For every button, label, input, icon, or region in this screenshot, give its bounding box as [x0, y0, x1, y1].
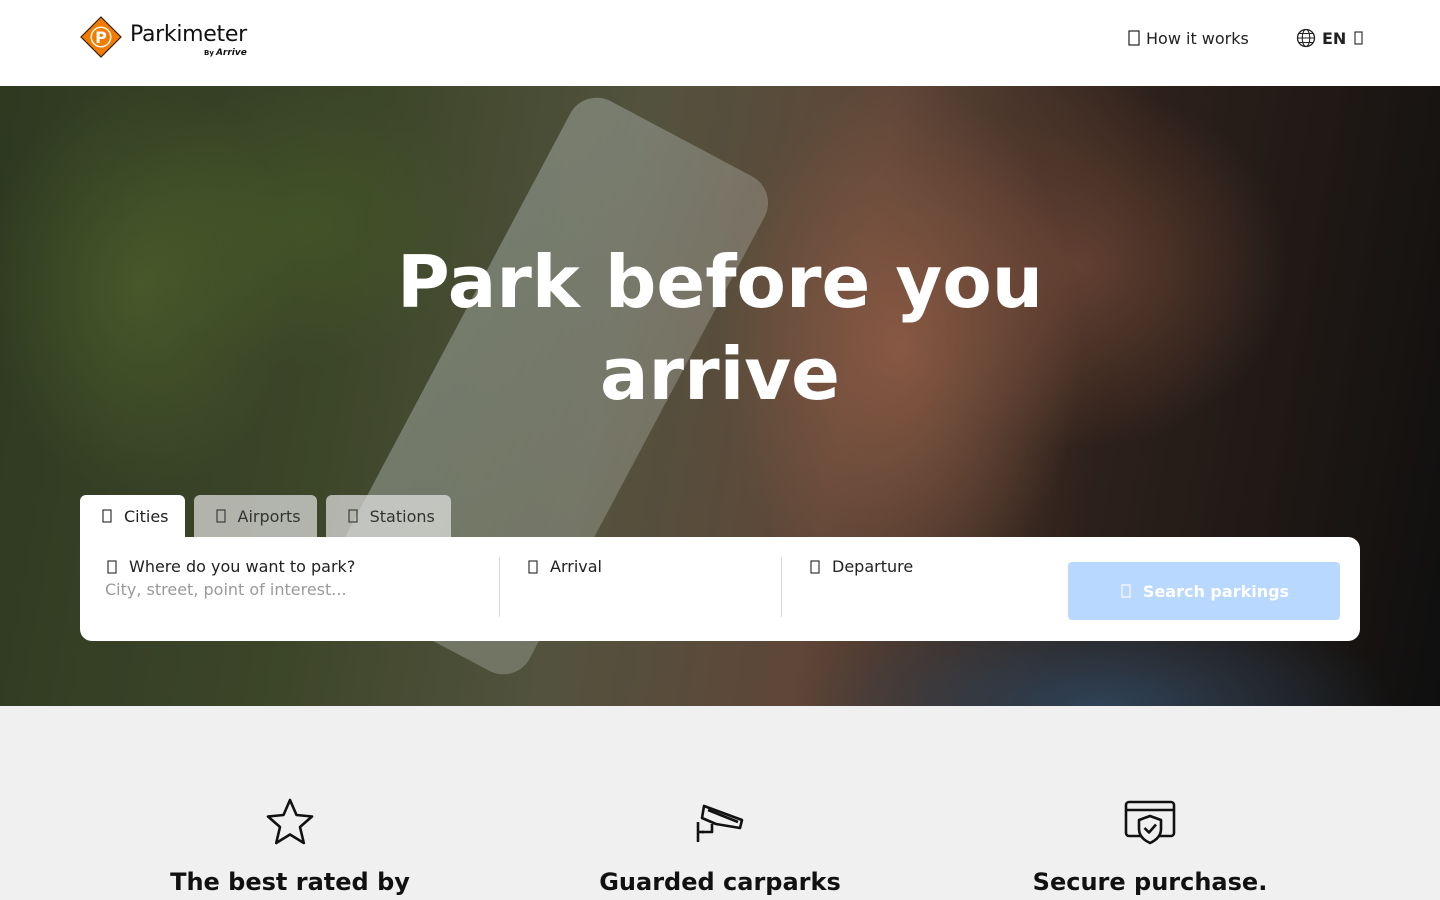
- hero-title: Park before you arrive: [396, 240, 1044, 416]
- star-icon: [266, 798, 314, 845]
- field-divider: [781, 557, 782, 617]
- language-selector[interactable]: EN: [1296, 28, 1364, 48]
- tab-stations-label: Stations: [369, 506, 435, 526]
- search-parkings-label: Search parkings: [1142, 581, 1290, 601]
- feature-best-rated: The best rated by: [75, 796, 505, 896]
- security-camera-icon: [696, 804, 744, 842]
- features-section: The best rated by Guarded carparks Secur…: [0, 706, 1440, 900]
- site-header: P Parkimeter By Arrive How it works EN: [0, 0, 1440, 86]
- secure-card-icon: [1124, 800, 1176, 845]
- departure-field[interactable]: Departure: [808, 557, 1064, 617]
- how-it-works-label: How it works: [1146, 28, 1249, 48]
- language-code: EN: [1322, 28, 1347, 48]
- calendar-icon: [808, 558, 822, 576]
- feature-title: Guarded carparks: [599, 868, 841, 896]
- location-pin-icon: [105, 558, 119, 576]
- location-field[interactable]: Where do you want to park?: [102, 557, 498, 617]
- parkimeter-logo-icon: P: [80, 16, 122, 58]
- arrival-field[interactable]: Arrival: [526, 557, 782, 617]
- location-field-label: Where do you want to park?: [129, 557, 356, 576]
- tab-cities[interactable]: Cities: [80, 495, 185, 537]
- chevron-down-icon: [1352, 29, 1364, 47]
- train-icon: [346, 507, 360, 525]
- logo-wordmark: Parkimeter: [130, 22, 247, 47]
- info-icon: [1126, 28, 1142, 48]
- globe-icon: [1296, 28, 1316, 48]
- departure-label: Departure: [832, 557, 914, 576]
- logo-byline: By Arrive: [204, 48, 247, 58]
- location-input[interactable]: [105, 580, 465, 599]
- arrival-label: Arrival: [550, 557, 602, 576]
- tab-cities-label: Cities: [124, 506, 169, 526]
- parking-search-form: Where do you want to park? Arrival Depar…: [80, 537, 1360, 641]
- how-it-works-link[interactable]: How it works: [1126, 28, 1249, 48]
- tab-stations[interactable]: Stations: [325, 495, 451, 537]
- tab-airports-label: Airports: [237, 506, 301, 526]
- search-category-tabs: Cities Airports Stations: [80, 495, 451, 537]
- calendar-icon: [526, 558, 540, 576]
- tab-airports[interactable]: Airports: [193, 495, 317, 537]
- svg-text:P: P: [95, 28, 107, 47]
- feature-secure-purchase: Secure purchase.: [935, 796, 1365, 896]
- feature-title: The best rated by: [170, 868, 410, 896]
- parkimeter-logo[interactable]: P Parkimeter By Arrive: [80, 16, 247, 62]
- search-parkings-button[interactable]: Search parkings: [1068, 562, 1340, 620]
- feature-title: Secure purchase.: [1032, 868, 1268, 896]
- field-divider: [499, 557, 500, 617]
- city-icon: [100, 507, 114, 525]
- plane-icon: [214, 507, 228, 525]
- search-icon: [1119, 582, 1133, 600]
- feature-guarded: Guarded carparks: [505, 796, 935, 896]
